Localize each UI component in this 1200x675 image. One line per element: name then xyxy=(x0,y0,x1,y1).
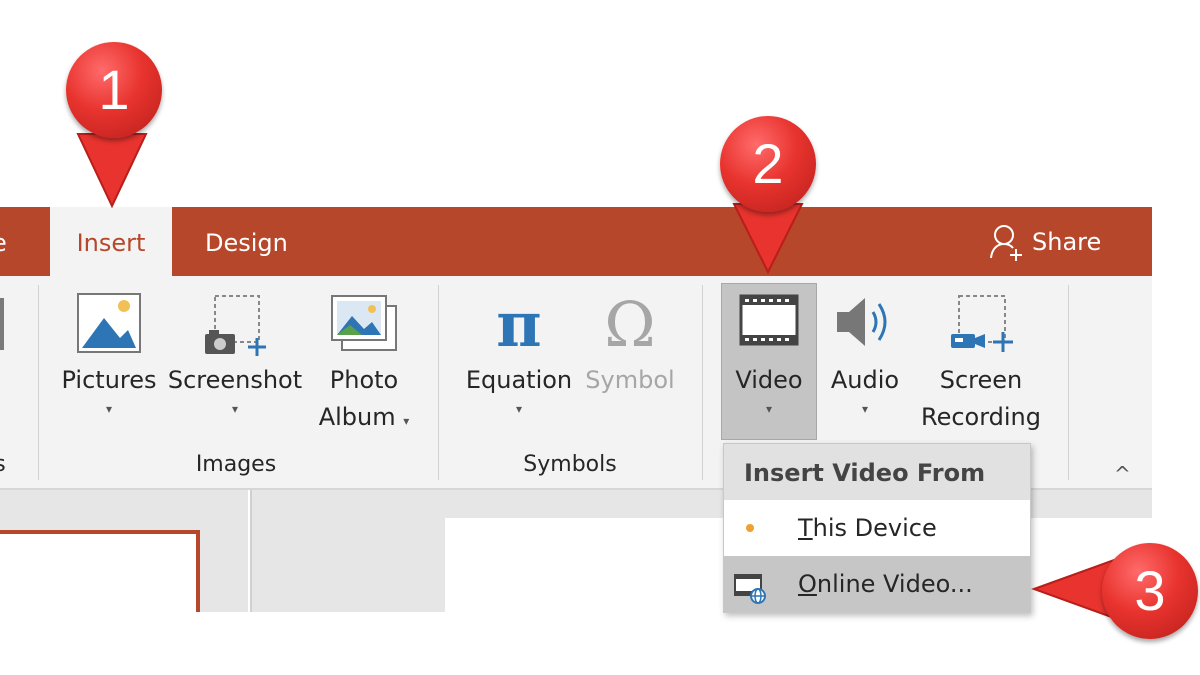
film-icon xyxy=(721,292,817,362)
photo-album-label-2-text: Album xyxy=(318,403,396,431)
equation-caret: ▾ xyxy=(515,402,523,416)
pictures-button[interactable]: Pictures ▾ xyxy=(56,292,162,419)
screen-record-icon xyxy=(914,292,1048,362)
callout-2-badge: 2 xyxy=(720,116,816,212)
share-label: Share xyxy=(1032,227,1102,256)
online-video-access-key: O xyxy=(798,570,817,598)
partial-button-icon xyxy=(0,298,4,350)
audio-caret: ▾ xyxy=(861,402,869,416)
screen-recording-button[interactable]: Screen Recording xyxy=(914,292,1048,436)
omega-icon: Ω xyxy=(604,288,656,361)
menu-item-online-video[interactable]: Online Video... xyxy=(724,556,1030,612)
slide-thumbnail[interactable] xyxy=(0,530,200,612)
this-device-label: his Device xyxy=(812,514,937,542)
group-separator xyxy=(702,285,703,480)
insert-video-menu: Insert Video From This Device Online Vid… xyxy=(723,443,1031,613)
audio-label: Audio xyxy=(830,366,900,394)
video-button-content[interactable]: Video ▾ xyxy=(721,292,817,419)
online-video-label: nline Video... xyxy=(816,570,973,598)
photo-album-button[interactable]: Photo Album ▾ xyxy=(306,292,422,440)
screenshot-label: Screenshot xyxy=(167,366,303,394)
equation-button[interactable]: π Equation ▾ xyxy=(462,292,576,419)
tab-insert[interactable]: Insert xyxy=(50,207,172,276)
video-caret: ▾ xyxy=(765,402,773,416)
screen-recording-label-2: Recording xyxy=(920,403,1042,431)
ribbon-tab-bar: e Insert Design Share xyxy=(0,207,1152,276)
audio-button[interactable]: Audio ▾ xyxy=(820,292,910,419)
callout-3-badge: 3 xyxy=(1102,543,1198,639)
screenshot-caret: ▾ xyxy=(231,402,239,416)
group-label-symbols: Symbols xyxy=(523,452,617,477)
photo-album-label-2: Album ▾ xyxy=(306,399,422,440)
group-label-images: Images xyxy=(195,452,277,477)
online-video-icon xyxy=(734,568,768,624)
screenshot-button[interactable]: Screenshot ▾ xyxy=(166,292,304,419)
photo-album-label-1: Photo xyxy=(329,366,399,394)
callout-1-badge: 1 xyxy=(66,42,162,138)
video-label: Video xyxy=(735,366,803,394)
device-dot-icon xyxy=(746,524,754,532)
group-separator xyxy=(38,285,39,480)
menu-item-this-device[interactable]: This Device xyxy=(724,500,1030,556)
group-separator xyxy=(438,285,439,480)
symbol-button[interactable]: Ω Symbol xyxy=(580,292,680,399)
person-plus-icon xyxy=(988,222,1026,262)
this-device-access-key: T xyxy=(798,514,813,542)
photo-album-caret: ▾ xyxy=(403,414,410,428)
pictures-caret: ▾ xyxy=(105,402,113,416)
speaker-icon xyxy=(820,292,910,362)
camera-plus-icon xyxy=(166,292,304,362)
symbol-label: Symbol xyxy=(585,366,675,394)
photo-album-icon xyxy=(306,292,422,362)
group-separator xyxy=(1068,285,1069,480)
equation-label: Equation xyxy=(465,366,573,394)
pictures-label: Pictures xyxy=(61,366,157,394)
group-label-partial: s xyxy=(0,452,6,477)
tab-partial[interactable]: e xyxy=(0,207,48,276)
insert-video-menu-header: Insert Video From xyxy=(724,444,1030,500)
tab-design[interactable]: Design xyxy=(205,207,305,276)
pi-icon: π xyxy=(496,288,542,361)
image-icon xyxy=(56,292,162,362)
share-button[interactable]: Share xyxy=(988,207,1101,276)
collapse-ribbon-icon[interactable]: ^ xyxy=(1114,462,1131,486)
screen-recording-label-1: Screen xyxy=(939,366,1023,394)
workspace-gutter xyxy=(250,490,445,612)
